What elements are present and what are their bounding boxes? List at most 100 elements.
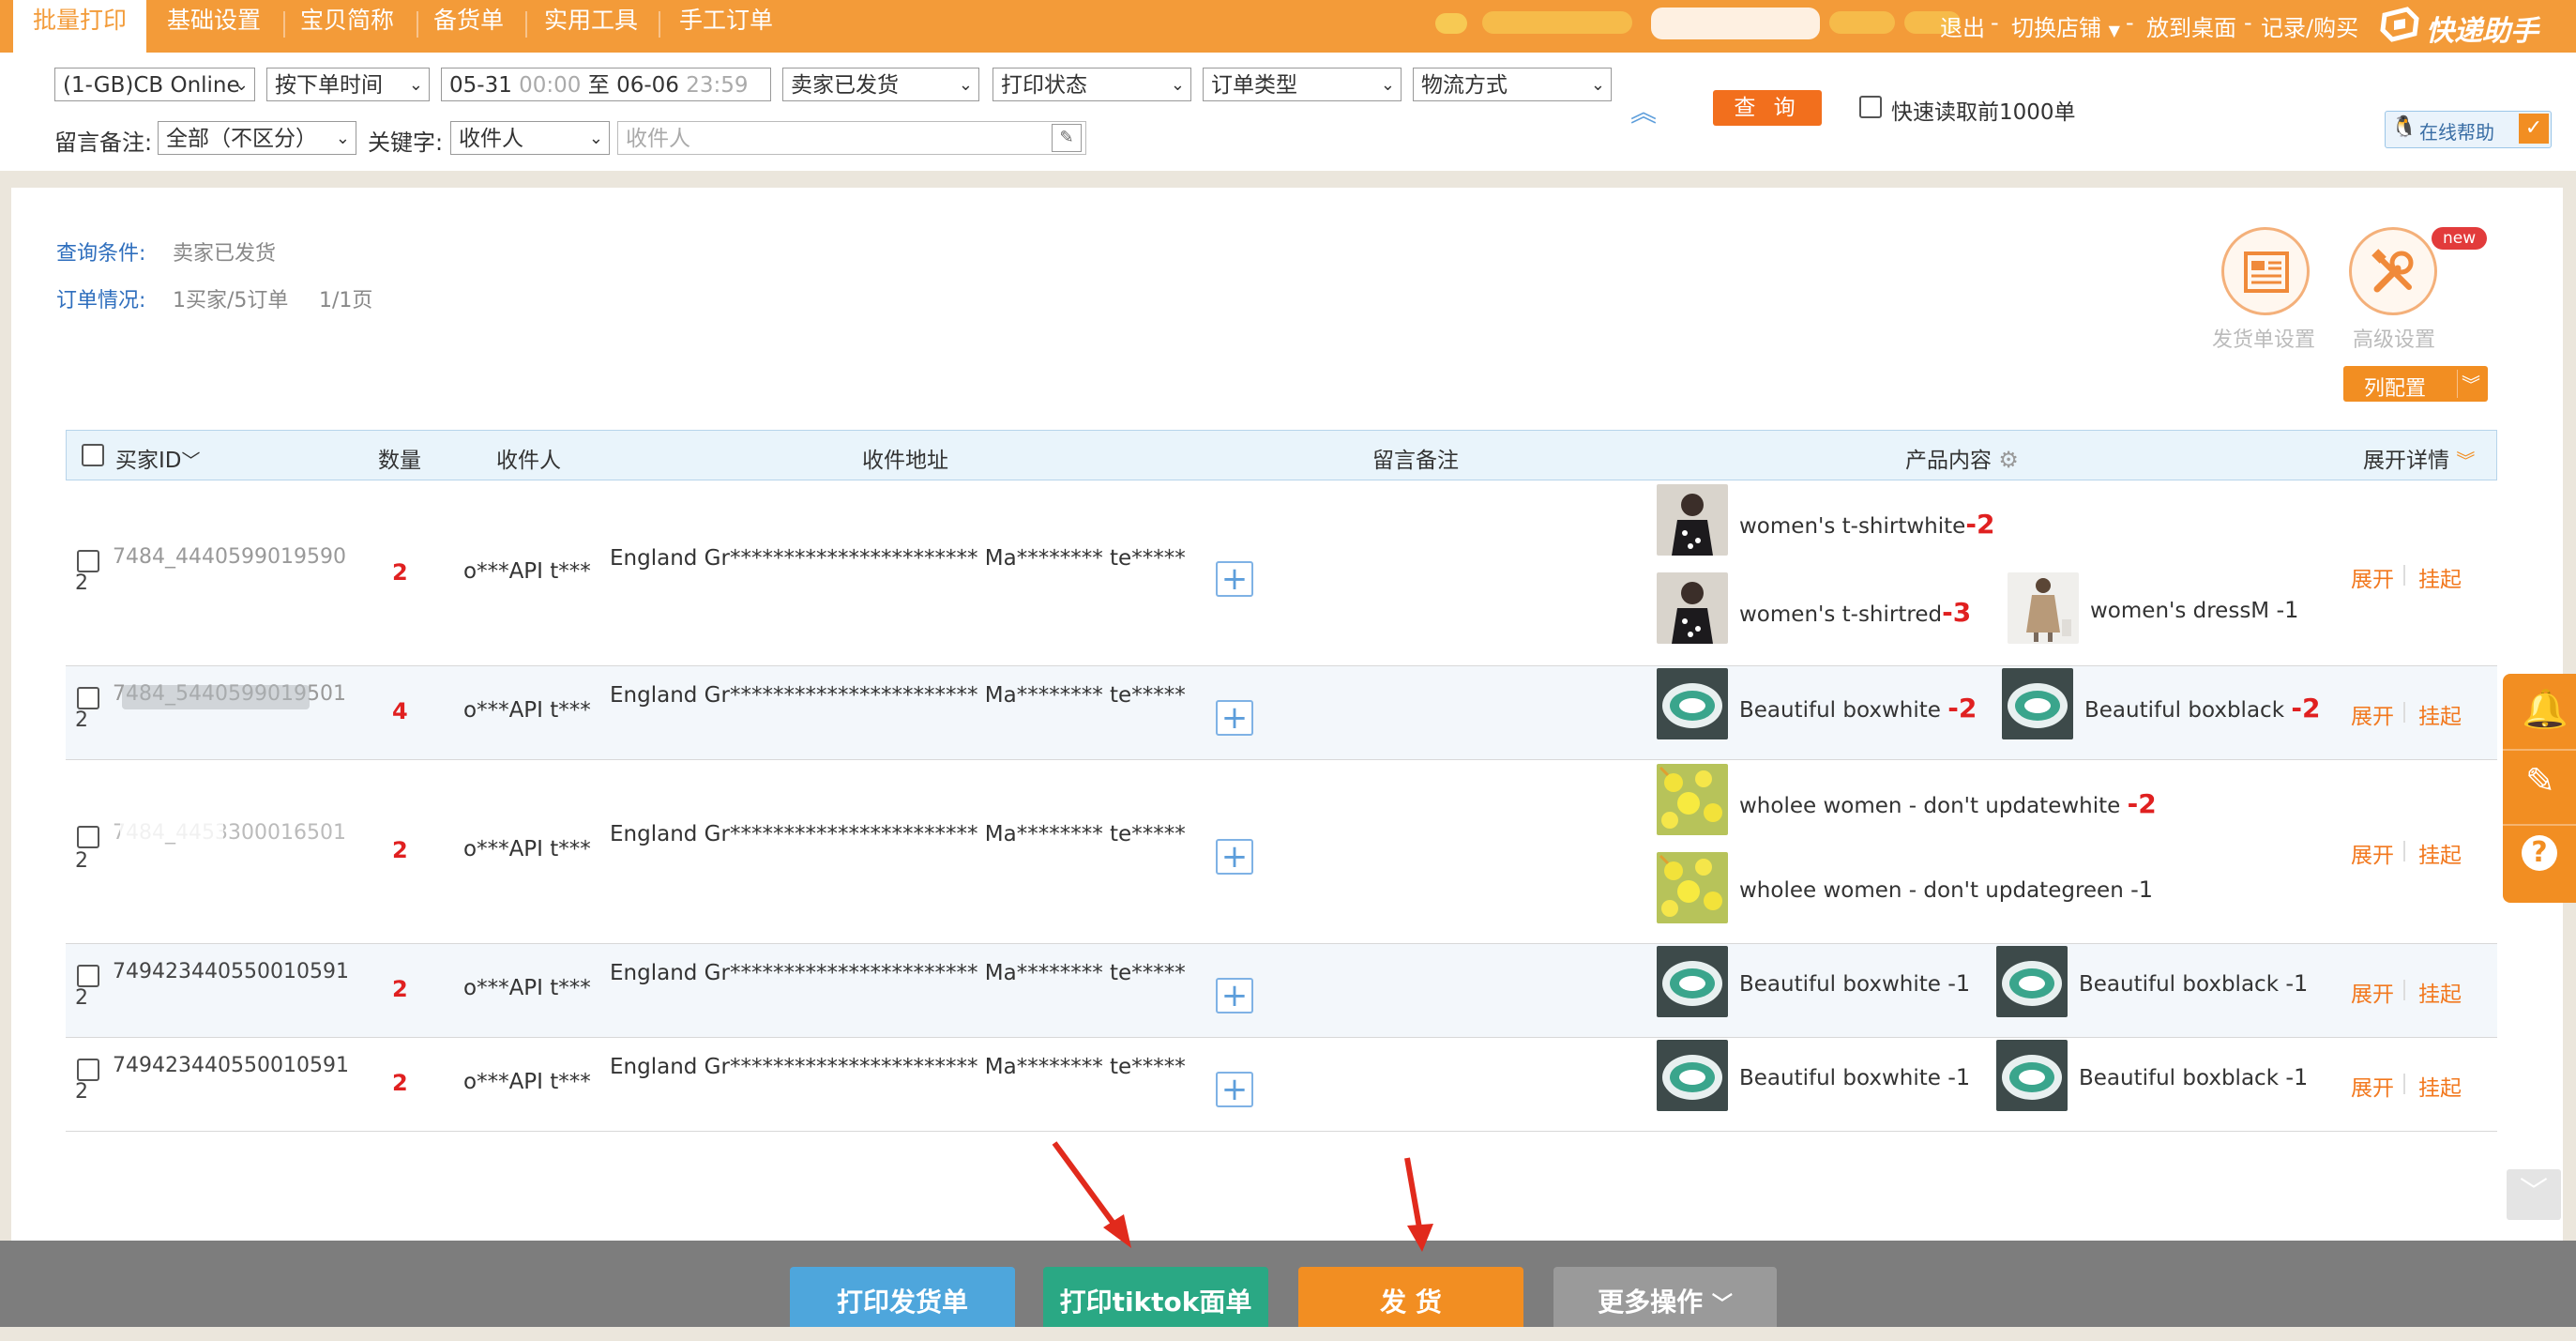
- desktop-link[interactable]: 放到桌面: [2146, 9, 2236, 42]
- chevron-down-icon: ▼: [2108, 22, 2120, 39]
- advanced-settings-button[interactable]: [2349, 227, 2437, 315]
- add-remark-button[interactable]: +: [1216, 839, 1253, 875]
- keyword-type-select[interactable]: 收件人 ⌄: [450, 121, 610, 155]
- logistics-select[interactable]: 物流方式 ⌄: [1413, 68, 1612, 101]
- edit-icon[interactable]: ✎: [1052, 124, 1082, 152]
- keyword-input[interactable]: 收件人 ✎: [617, 121, 1086, 155]
- product-name: Beautiful boxwhite -1: [1739, 1064, 1970, 1090]
- add-remark-button[interactable]: +: [1216, 1072, 1253, 1107]
- hold-link[interactable]: 挂起: [2418, 837, 2462, 869]
- tab-manual-order[interactable]: 手工订单: [679, 0, 773, 53]
- row-checkbox[interactable]: [77, 1059, 99, 1081]
- column-config-button[interactable]: 列配置 ︾: [2343, 366, 2488, 402]
- product-name: Beautiful boxwhite -1: [1739, 970, 1970, 997]
- order-status-select[interactable]: 卖家已发货 ⌄: [782, 68, 979, 101]
- query-button[interactable]: 查 询: [1713, 90, 1822, 126]
- notes-icon[interactable]: ✎: [2525, 760, 2555, 801]
- quick-read-checkbox[interactable]: [1859, 96, 1882, 118]
- buyer-id[interactable]: 7484_4440599019590: [113, 544, 356, 571]
- row-checkbox[interactable]: [77, 550, 99, 572]
- switch-shop-link[interactable]: 切换店铺 ▼: [2011, 9, 2120, 42]
- buyer-id[interactable]: 749423440550010591: [113, 959, 356, 985]
- add-remark-button[interactable]: +: [1216, 561, 1253, 597]
- shop-select-value: (1-GB)CB Online: [63, 73, 240, 98]
- tab-batch-print[interactable]: 批量打印: [13, 0, 146, 56]
- invoice-settings-button[interactable]: [2221, 227, 2310, 315]
- header-buyer-id[interactable]: 买家ID﹀: [115, 442, 201, 474]
- expand-link[interactable]: 展开: [2351, 1070, 2394, 1102]
- tab-basic-settings[interactable]: 基础设置: [167, 0, 261, 53]
- bell-icon[interactable]: 🔔: [2522, 687, 2568, 731]
- logout-link[interactable]: 退出: [1940, 9, 1985, 42]
- buyer-id-suffix: 2: [75, 1080, 88, 1104]
- order-type-select[interactable]: 订单类型 ⌄: [1203, 68, 1402, 101]
- annotation-arrows: [1052, 1141, 1433, 1252]
- print-status-value: 打印状态: [1001, 73, 1087, 98]
- receiver-name: o***API t***: [463, 976, 591, 1000]
- check-icon: ✓: [2519, 114, 2549, 144]
- records-link[interactable]: 记录/购买: [2261, 9, 2358, 42]
- expand-link[interactable]: 展开: [2351, 561, 2394, 593]
- product-name: Beautiful boxblack -1: [2079, 970, 2308, 997]
- tab-item-alias[interactable]: 宝贝简称: [300, 0, 394, 53]
- product-count: -1: [1947, 970, 1971, 997]
- remark-select-value: 全部（不区分）: [166, 127, 317, 151]
- print-tiktok-label-button[interactable]: 打印tiktok面单: [1043, 1267, 1268, 1327]
- filter-panel: (1-GB)CB Online ⌄ 按下单时间 ⌄ 05-31 00:00 至 06…: [0, 53, 2576, 171]
- collapse-icon[interactable]: ︽: [1630, 92, 1657, 130]
- header-address: 收件地址: [862, 449, 948, 473]
- receiver-name: o***API t***: [463, 1070, 591, 1094]
- header-expand: 展开详情 ︾: [2363, 442, 2475, 474]
- select-all-checkbox[interactable]: [82, 444, 104, 466]
- hold-link[interactable]: 挂起: [2418, 1070, 2462, 1102]
- row-checkbox[interactable]: [77, 687, 99, 709]
- expand-link[interactable]: 展开: [2351, 837, 2394, 869]
- buyer-id-suffix: 2: [75, 849, 88, 873]
- shop-select[interactable]: (1-GB)CB Online ⌄: [54, 68, 255, 101]
- more-actions-button[interactable]: 更多操作 ﹀: [1553, 1267, 1777, 1327]
- print-invoice-button[interactable]: 打印发货单: [790, 1267, 1015, 1327]
- expand-link[interactable]: 展开: [2351, 698, 2394, 730]
- product-name: Beautiful boxwhite -2: [1739, 693, 1977, 724]
- tab-tools[interactable]: 实用工具: [544, 0, 638, 53]
- date-separator: 至: [587, 73, 610, 98]
- tab-stock-list[interactable]: 备货单: [433, 0, 504, 53]
- receiver-name: o***API t***: [463, 837, 591, 861]
- scroll-down-button[interactable]: ﹀: [2507, 1169, 2561, 1220]
- remark-select[interactable]: 全部（不区分） ⌄: [158, 121, 356, 155]
- advanced-settings-label: 高级设置: [2353, 328, 2436, 352]
- date-range-input[interactable]: 05-31 00:00 至 06-06 23:59: [441, 68, 771, 101]
- online-help-button[interactable]: 🐧 在线帮助 ✓: [2385, 111, 2552, 148]
- receiver-address: England Gr*********************** Ma****…: [610, 961, 1186, 985]
- button-divider: [2456, 370, 2458, 398]
- sort-select[interactable]: 按下单时间 ⌄: [266, 68, 430, 101]
- chevron-down-icon: ⌄: [958, 75, 973, 95]
- header-buyer-label: 买家ID: [115, 449, 182, 473]
- product-thumbnail: [1657, 668, 1728, 739]
- product-count: -1: [2285, 1064, 2309, 1090]
- buyer-id[interactable]: 749423440550010591: [113, 1053, 356, 1079]
- print-status-select[interactable]: 打印状态 ⌄: [993, 68, 1191, 101]
- expand-link[interactable]: 展开: [2351, 976, 2394, 1008]
- arrow-line: [1052, 1141, 1125, 1237]
- hold-link[interactable]: 挂起: [2418, 698, 2462, 730]
- add-remark-button[interactable]: +: [1216, 700, 1253, 736]
- gear-icon[interactable]: ⚙: [1998, 447, 2019, 473]
- buyer-id-suffix: 2: [75, 571, 88, 595]
- chevron-down-icon[interactable]: ︾: [2462, 370, 2480, 397]
- row-checkbox[interactable]: [77, 826, 99, 848]
- time-to: 23:59: [686, 73, 749, 98]
- chevron-down-icon: ⌄: [1170, 75, 1185, 95]
- quantity: 2: [392, 1070, 408, 1096]
- ship-button[interactable]: 发 货: [1298, 1267, 1523, 1327]
- arrow-line: [1404, 1157, 1423, 1234]
- product-name: women's t-shirtred-3: [1739, 597, 1971, 628]
- help-icon[interactable]: ?: [2522, 835, 2557, 871]
- row-checkbox[interactable]: [77, 965, 99, 987]
- tools-icon: [2371, 249, 2414, 293]
- hold-link[interactable]: 挂起: [2418, 976, 2462, 1008]
- add-remark-button[interactable]: +: [1216, 978, 1253, 1013]
- receiver-address: England Gr*********************** Ma****…: [610, 822, 1186, 846]
- double-chevron-down-icon[interactable]: ︾: [2456, 450, 2475, 472]
- hold-link[interactable]: 挂起: [2418, 561, 2462, 593]
